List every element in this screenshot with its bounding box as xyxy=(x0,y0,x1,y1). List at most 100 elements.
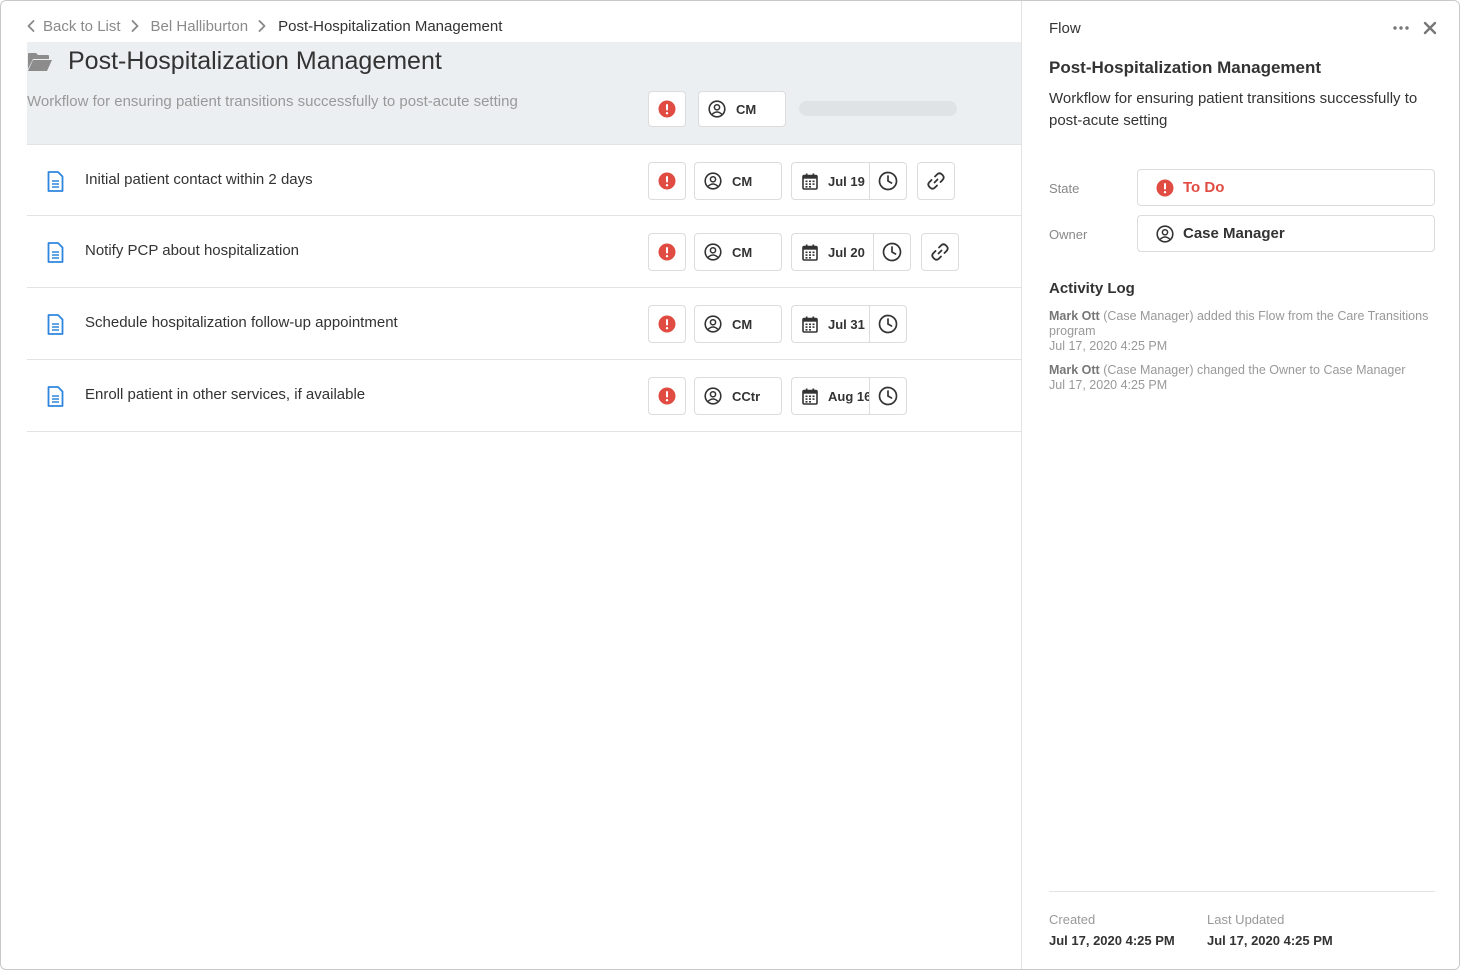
reminder-button[interactable] xyxy=(869,377,907,415)
clock-icon xyxy=(878,171,898,191)
document-icon xyxy=(47,386,64,407)
task-row[interactable]: Notify PCP about hospitalization CM Jul 20 xyxy=(27,216,1021,288)
user-circle-icon xyxy=(704,243,722,261)
alert-icon xyxy=(658,100,676,118)
reminder-button[interactable] xyxy=(869,162,907,200)
panel-header: Flow xyxy=(1049,20,1081,37)
alert-button[interactable] xyxy=(648,377,686,415)
owner-initials: CCtr xyxy=(732,388,761,404)
owner-select[interactable]: Case Manager xyxy=(1137,215,1435,252)
owner-button[interactable]: CM xyxy=(694,305,782,343)
activity-log-entry: Mark Ott (Case Manager) changed the Owne… xyxy=(1049,363,1429,393)
user-circle-icon xyxy=(704,172,722,190)
task-row[interactable]: Enroll patient in other services, if ava… xyxy=(27,360,1021,432)
flow-detail-panel: Flow Post-Hospitalization Management Wor… xyxy=(1021,1,1459,969)
flow-header: Post-Hospitalization Management Workflow… xyxy=(27,42,1021,144)
updated-value: Jul 17, 2020 4:25 PM xyxy=(1207,933,1333,948)
activity-time: Jul 17, 2020 4:25 PM xyxy=(1049,339,1168,353)
owner-button[interactable]: CM xyxy=(698,91,786,127)
alert-icon xyxy=(658,387,676,405)
reminder-button[interactable] xyxy=(873,233,911,271)
panel-title: Post-Hospitalization Management xyxy=(1049,58,1322,77)
link-button[interactable] xyxy=(921,233,959,271)
alert-icon xyxy=(658,315,676,333)
activity-actor: Mark Ott xyxy=(1049,309,1100,323)
document-icon xyxy=(47,314,64,335)
document-icon xyxy=(47,242,64,263)
due-date-button[interactable]: Jul 19 xyxy=(791,162,869,200)
chevron-right-icon xyxy=(131,20,139,32)
link-icon xyxy=(926,171,946,191)
page-title: Post-Hospitalization Management xyxy=(68,47,442,75)
activity-log-title: Activity Log xyxy=(1049,280,1135,297)
user-circle-icon xyxy=(1156,224,1174,243)
user-circle-icon xyxy=(704,315,722,333)
clock-icon xyxy=(878,314,898,334)
divider xyxy=(1049,891,1435,892)
owner-button[interactable]: CM xyxy=(694,233,782,271)
task-label[interactable]: Schedule hospitalization follow-up appoi… xyxy=(85,314,398,331)
clock-icon xyxy=(882,242,902,262)
activity-text: (Case Manager) added this Flow from the … xyxy=(1049,309,1429,338)
alert-button[interactable] xyxy=(648,91,686,127)
more-icon[interactable] xyxy=(1391,23,1411,33)
breadcrumb-current: Post-Hospitalization Management xyxy=(278,17,503,35)
due-date: Jul 20 xyxy=(828,244,865,260)
created-value: Jul 17, 2020 4:25 PM xyxy=(1049,933,1175,948)
chevron-right-icon xyxy=(258,20,266,32)
close-icon[interactable] xyxy=(1422,20,1438,36)
document-icon xyxy=(47,171,64,192)
owner-initials: CM xyxy=(732,244,753,260)
alert-icon xyxy=(658,172,676,190)
breadcrumb: Back to List Bel Halliburton Post-Hospit… xyxy=(27,16,502,36)
owner-value: Case Manager xyxy=(1183,225,1285,242)
calendar-icon xyxy=(802,388,818,405)
task-list: Initial patient contact within 2 days CM J… xyxy=(27,144,1021,432)
state-value: To Do xyxy=(1183,179,1225,196)
due-date-button[interactable]: Jul 31 xyxy=(791,305,869,343)
activity-text: (Case Manager) changed the Owner to Case… xyxy=(1103,363,1406,377)
task-row[interactable]: Schedule hospitalization follow-up appoi… xyxy=(27,288,1021,360)
back-to-list-link[interactable]: Back to List xyxy=(43,18,121,35)
state-select[interactable]: To Do xyxy=(1137,169,1435,206)
due-date-button[interactable]: Aug 16 xyxy=(791,377,872,415)
task-label[interactable]: Notify PCP about hospitalization xyxy=(85,242,299,259)
chevron-left-icon[interactable] xyxy=(27,20,35,32)
due-date: Jul 31 xyxy=(828,316,865,332)
state-label: State xyxy=(1049,181,1080,196)
folder-icon xyxy=(27,52,53,72)
task-label[interactable]: Enroll patient in other services, if ava… xyxy=(85,386,365,403)
task-row[interactable]: Initial patient contact within 2 days CM J… xyxy=(27,144,1021,216)
created-label: Created xyxy=(1049,912,1096,927)
alert-button[interactable] xyxy=(648,233,686,271)
user-circle-icon xyxy=(704,387,722,405)
app-window: Back to List Bel Halliburton Post-Hospit… xyxy=(0,0,1460,970)
alert-button[interactable] xyxy=(648,305,686,343)
task-label[interactable]: Initial patient contact within 2 days xyxy=(85,171,313,188)
clock-icon xyxy=(878,386,898,406)
due-date: Jul 19 xyxy=(828,173,865,189)
breadcrumb-patient-link[interactable]: Bel Halliburton xyxy=(151,18,249,35)
alert-button[interactable] xyxy=(648,162,686,200)
link-icon xyxy=(930,242,950,262)
calendar-icon xyxy=(802,244,818,261)
activity-time: Jul 17, 2020 4:25 PM xyxy=(1049,378,1168,392)
due-date: Aug 16 xyxy=(828,388,872,404)
activity-log-entry: Mark Ott (Case Manager) added this Flow … xyxy=(1049,309,1429,354)
activity-actor: Mark Ott xyxy=(1049,363,1100,377)
alert-icon xyxy=(1156,179,1174,197)
alert-icon xyxy=(658,243,676,261)
updated-label: Last Updated xyxy=(1207,912,1285,927)
owner-button[interactable]: CCtr xyxy=(694,377,782,415)
owner-button[interactable]: CM xyxy=(694,162,782,200)
user-circle-icon xyxy=(708,100,726,118)
link-button[interactable] xyxy=(917,162,955,200)
panel-description: Workflow for ensuring patient transition… xyxy=(1049,90,1418,129)
owner-initials: CM xyxy=(732,316,753,332)
reminder-button[interactable] xyxy=(869,305,907,343)
calendar-icon xyxy=(802,173,818,190)
calendar-icon xyxy=(802,316,818,333)
due-date-button[interactable]: Jul 20 xyxy=(791,233,873,271)
progress-bar xyxy=(799,101,957,116)
owner-initials: CM xyxy=(732,173,753,189)
